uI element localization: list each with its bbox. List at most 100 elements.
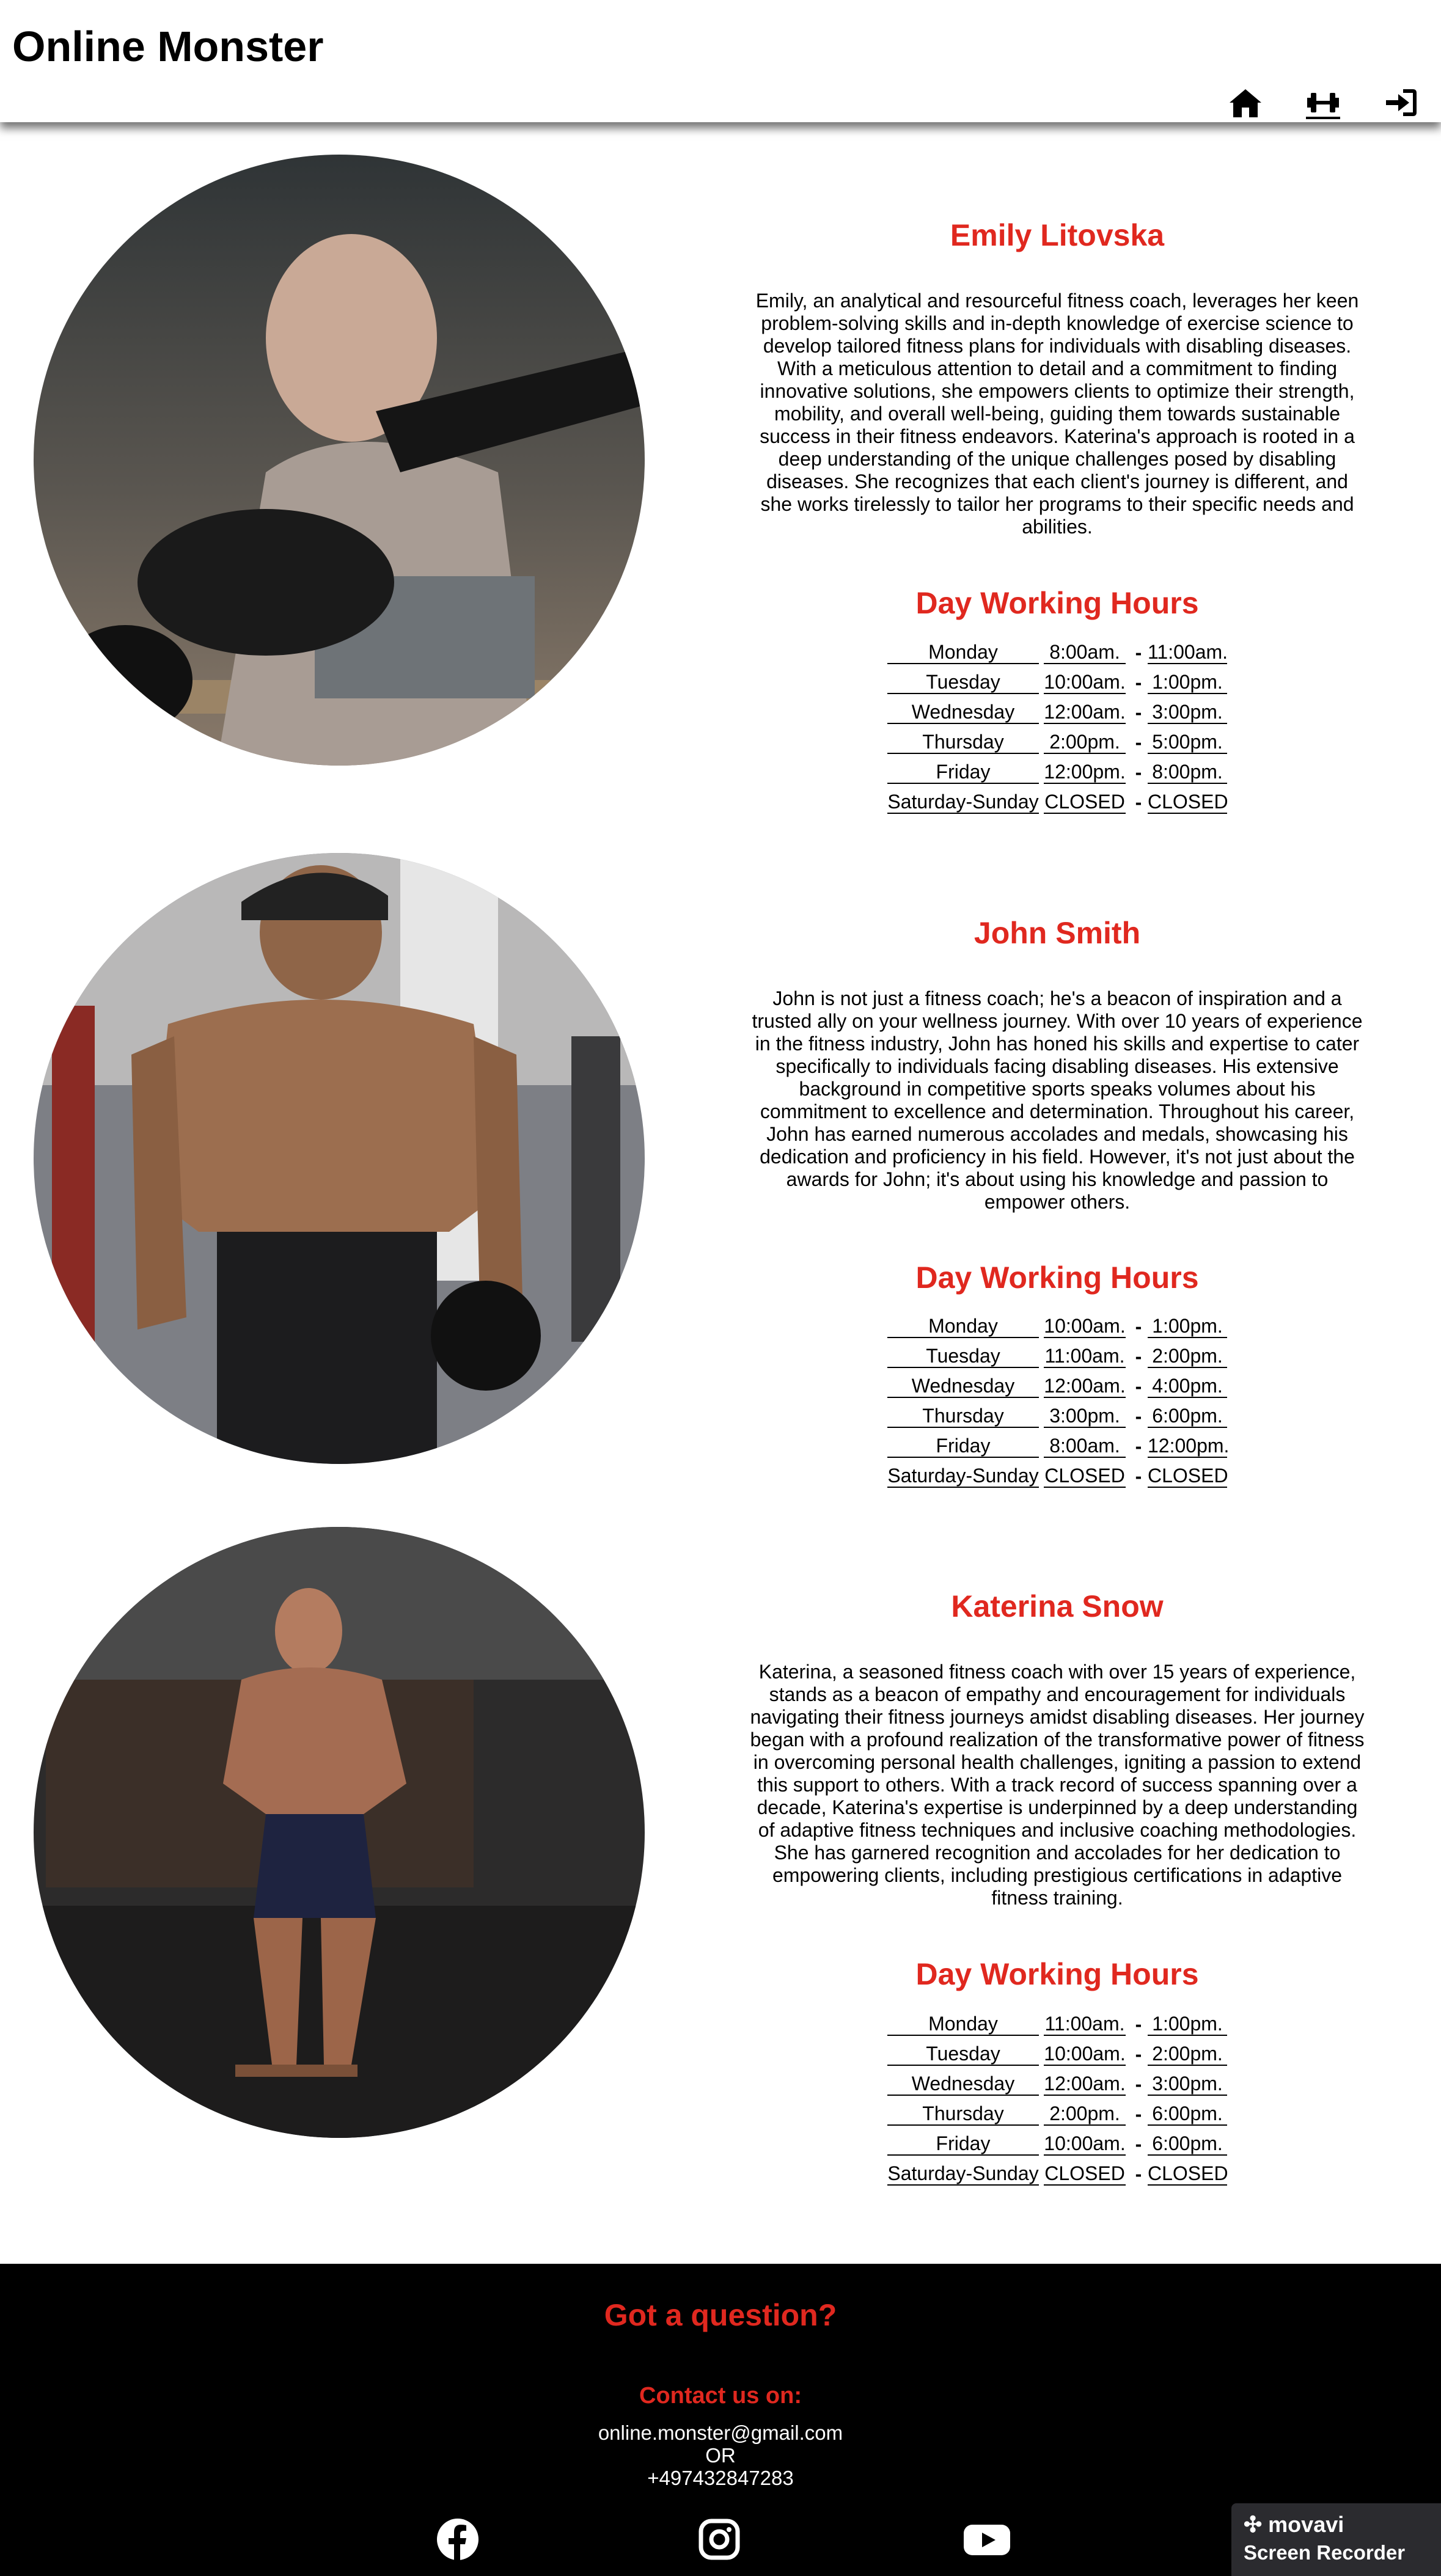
hours-day: Saturday-Sunday — [887, 784, 1039, 814]
hours-separator: - — [1135, 761, 1142, 783]
site-header: Online Monster — [0, 0, 1441, 122]
hours-open-text: 10:00am. — [1044, 671, 1126, 694]
hours-day: Thursday — [887, 1398, 1039, 1428]
hours-close: 2:00pm. — [1148, 1338, 1233, 1368]
hours-day: Tuesday — [887, 664, 1039, 694]
facebook-icon[interactable] — [436, 2517, 480, 2561]
hours-day-text: Tuesday — [887, 671, 1039, 694]
hours-separator: - — [1135, 2043, 1142, 2065]
hours-close-text: 1:00pm. — [1148, 671, 1227, 694]
hours-open-text: CLOSED — [1044, 791, 1126, 814]
hours-close: 1:00pm. — [1148, 1308, 1233, 1338]
trainer-bio: John is not just a fitness coach; he's a… — [752, 987, 1363, 1213]
hours-close-text: 1:00pm. — [1148, 1315, 1227, 1338]
hours-open: 12:00am. — [1039, 1368, 1129, 1398]
hours-day: Monday — [887, 634, 1039, 664]
contact-phone[interactable]: +497432847283 — [0, 2467, 1441, 2490]
hours-open-text: 3:00pm. — [1044, 1405, 1126, 1428]
hours-open: 12:00pm. — [1039, 754, 1129, 784]
hours-close-text: 12:00pm. — [1148, 1435, 1230, 1458]
hours-close: 12:00pm. — [1148, 1428, 1233, 1458]
contact-label: Contact us on: — [639, 2383, 802, 2409]
hours-day: Saturday-Sunday — [887, 1458, 1039, 1488]
youtube-icon[interactable] — [963, 2517, 1011, 2561]
hours-separator: - — [1135, 2103, 1142, 2125]
contact-or: OR — [705, 2444, 736, 2467]
hours-close: CLOSED — [1148, 1458, 1233, 1488]
hours-close-text: 1:00pm. — [1148, 2013, 1227, 2036]
hours-open: 10:00am. — [1039, 1308, 1129, 1338]
hours-close-text: 6:00pm. — [1148, 2132, 1227, 2156]
hours-row: Thursday 2:00pm. -5:00pm. — [887, 724, 1233, 754]
working-hours-table: Monday 10:00am. -1:00pm. Tuesday 11:00am. -2:… — [887, 1308, 1233, 1488]
hours-separator: - — [1135, 1375, 1142, 1397]
hours-close-text: 8:00pm. — [1148, 761, 1227, 784]
hours-row: Monday 11:00am. -1:00pm. — [887, 2006, 1233, 2036]
trainer-photo-john — [34, 853, 645, 1464]
working-hours-title: Day Working Hours — [915, 1957, 1199, 1991]
hours-open-text: 10:00am. — [1044, 1315, 1126, 1338]
hours-separator: - — [1135, 791, 1142, 813]
brand-title[interactable]: Online Monster — [12, 22, 323, 71]
hours-open-text: 11:00am. — [1044, 2013, 1126, 2036]
hours-close: 6:00pm. — [1148, 2096, 1233, 2126]
trainer-bio: Katerina, a seasoned fitness coach with … — [750, 1661, 1365, 1909]
sign-in-icon[interactable] — [1382, 84, 1419, 121]
hours-open-text: CLOSED — [1044, 2162, 1126, 2186]
hours-open-text: 8:00am. — [1044, 1435, 1126, 1458]
hours-separator: - — [1135, 2013, 1142, 2035]
hours-day: Saturday-Sunday — [887, 2156, 1039, 2186]
hours-open-text: 2:00pm. — [1044, 731, 1126, 754]
hours-open: 12:00am. — [1039, 2066, 1129, 2096]
hours-open-text: 2:00pm. — [1044, 2102, 1126, 2126]
contact-email[interactable]: online.monster@gmail.com — [0, 2421, 1441, 2445]
hours-day: Thursday — [887, 2096, 1039, 2126]
hours-row: Tuesday 11:00am. -2:00pm. — [887, 1338, 1233, 1368]
hours-open: 8:00am. — [1039, 634, 1129, 664]
hours-close: 4:00pm. — [1148, 1368, 1233, 1398]
hours-separator: - — [1135, 1315, 1142, 1337]
hours-close-text: 6:00pm. — [1148, 2102, 1227, 2126]
hours-open-text: 12:00pm. — [1044, 761, 1126, 784]
hours-close: 6:00pm. — [1148, 1398, 1233, 1428]
dumbbell-icon[interactable] — [1305, 84, 1341, 121]
hours-separator: - — [1135, 1405, 1142, 1427]
hours-day: Wednesday — [887, 1368, 1039, 1398]
hours-day: Monday — [887, 2006, 1039, 2036]
hours-day: Tuesday — [887, 2036, 1039, 2066]
hours-day-text: Saturday-Sunday — [887, 1465, 1039, 1488]
hours-close-text: CLOSED — [1148, 1465, 1228, 1488]
hours-row: Tuesday 10:00am. -2:00pm. — [887, 2036, 1233, 2066]
hours-day-text: Thursday — [887, 731, 1039, 754]
hours-day-text: Wednesday — [887, 701, 1039, 724]
hours-close: 1:00pm. — [1148, 664, 1233, 694]
hours-day-text: Friday — [887, 1435, 1039, 1458]
hours-separator: - — [1135, 671, 1142, 693]
hours-day-text: Saturday-Sunday — [887, 791, 1039, 814]
footer-title: Got a question? — [604, 2298, 837, 2332]
trainer-name: Katerina Snow — [951, 1589, 1164, 1623]
hours-separator: - — [1135, 731, 1142, 753]
hours-row: Monday 8:00am. -11:00am. — [887, 634, 1233, 664]
hours-open: 10:00am. — [1039, 664, 1129, 694]
trainer-photo-emily — [34, 155, 645, 766]
hours-day: Thursday — [887, 724, 1039, 754]
hours-day-text: Wednesday — [887, 1375, 1039, 1398]
watermark-text: Screen Recorder — [1244, 2541, 1406, 2564]
hours-day-text: Monday — [887, 641, 1039, 664]
hours-close-text: 2:00pm. — [1148, 1345, 1227, 1368]
hours-day-text: Thursday — [887, 2102, 1039, 2126]
hours-close: 1:00pm. — [1148, 2006, 1233, 2036]
hours-open-text: CLOSED — [1044, 1465, 1126, 1488]
hours-close: CLOSED — [1148, 784, 1233, 814]
hours-row: Saturday-Sunday CLOSED - CLOSED — [887, 784, 1233, 814]
instagram-icon[interactable] — [697, 2517, 741, 2561]
hours-day: Friday — [887, 1428, 1039, 1458]
hours-row: Thursday 3:00pm. -6:00pm. — [887, 1398, 1233, 1428]
home-icon[interactable] — [1227, 84, 1264, 121]
hours-day-text: Friday — [887, 2132, 1039, 2156]
hours-close-text: 11:00am. — [1148, 641, 1228, 664]
hours-close-text: CLOSED — [1148, 791, 1228, 814]
hours-separator: - — [1135, 1465, 1142, 1487]
hours-open: CLOSED — [1039, 2156, 1129, 2186]
